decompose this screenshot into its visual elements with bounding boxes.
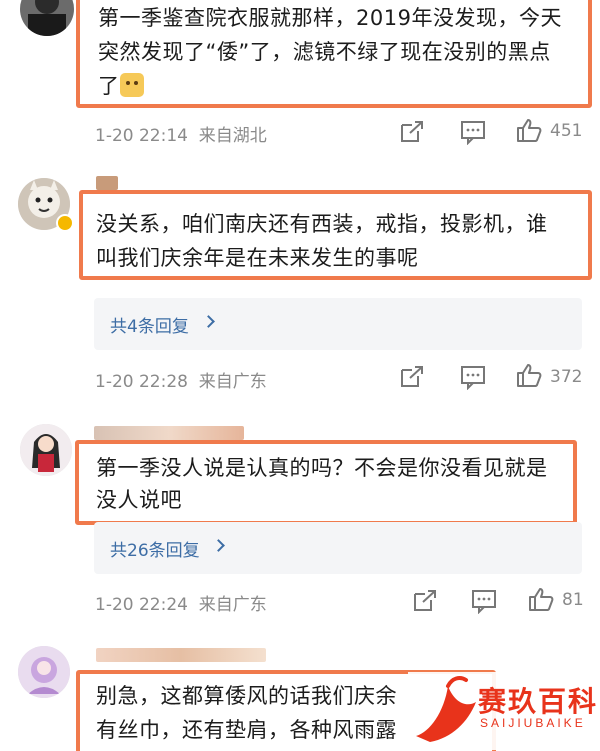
comment-text-line: 没人说吧 bbox=[96, 488, 182, 512]
avatar[interactable] bbox=[18, 646, 70, 698]
comment-time: 1-20 22:14 bbox=[95, 126, 188, 146]
comment-icon[interactable] bbox=[459, 364, 487, 390]
chevron-right-icon bbox=[212, 539, 225, 552]
comment-meta: 1-20 22:28 来自广东 bbox=[95, 367, 267, 392]
comment-text-tail: 了 bbox=[98, 74, 120, 98]
replies-link[interactable]: 共26条回复 bbox=[94, 522, 582, 574]
like-icon[interactable] bbox=[515, 117, 543, 143]
share-icon[interactable] bbox=[411, 588, 439, 614]
comment-text-line: 突然发现了“倭”了，滤镜不绿了现在没别的黑点 bbox=[98, 40, 551, 64]
like-icon[interactable] bbox=[527, 586, 555, 612]
watermark-title: 赛玖百科 bbox=[478, 685, 599, 718]
like-count: 451 bbox=[550, 121, 583, 141]
comment-text-line: 有丝巾，还有垫肩，各种风雨露 bbox=[96, 718, 397, 742]
comment-icon[interactable] bbox=[459, 119, 487, 145]
like-icon[interactable] bbox=[515, 362, 543, 388]
like-count: 81 bbox=[562, 590, 584, 610]
username-blurred[interactable] bbox=[96, 648, 266, 662]
comment-text-line: 叫我们庆余年是在未来发生的事呢 bbox=[96, 246, 419, 270]
replies-count: 共4条回复 bbox=[110, 317, 189, 337]
watermark-subtitle: SAIJIUBAIKE bbox=[480, 716, 586, 730]
comment-text-line: 第一季鉴查院衣服就那样，2019年没发现，今天 bbox=[98, 6, 562, 30]
share-icon[interactable] bbox=[398, 364, 426, 390]
comment-text-line: 了 bbox=[98, 70, 144, 102]
username-blurred[interactable] bbox=[96, 176, 118, 190]
comment-text-line: 别急，这都算倭风的话我们庆余 bbox=[96, 684, 397, 708]
replies-count: 共26条回复 bbox=[110, 541, 200, 561]
verified-badge-icon bbox=[56, 214, 74, 232]
comment-time: 1-20 22:28 bbox=[95, 372, 188, 392]
comment-location: 来自湖北 bbox=[198, 126, 267, 146]
comment-location: 来自广东 bbox=[198, 595, 267, 615]
chevron-right-icon bbox=[202, 315, 215, 328]
avatar[interactable] bbox=[20, 424, 72, 476]
comment-location: 来自广东 bbox=[198, 372, 267, 392]
comment-meta: 1-20 22:14 来自湖北 bbox=[95, 121, 267, 146]
comment-text-line: 没关系，咱们南庆还有西装，戒指，投影机，谁 bbox=[96, 212, 548, 236]
comment-time: 1-20 22:24 bbox=[95, 595, 188, 615]
comment-icon[interactable] bbox=[470, 588, 498, 614]
comment-text-line: 第一季没人说是认真的吗？不会是你没看见就是 bbox=[96, 456, 548, 480]
doge-emoji-icon bbox=[119, 73, 144, 97]
comment-meta: 1-20 22:24 来自广东 bbox=[95, 590, 267, 615]
like-count: 372 bbox=[550, 367, 583, 387]
username-blurred[interactable] bbox=[94, 426, 244, 440]
replies-link[interactable]: 共4条回复 bbox=[94, 298, 582, 350]
avatar[interactable] bbox=[20, 0, 74, 36]
share-icon[interactable] bbox=[398, 119, 426, 145]
